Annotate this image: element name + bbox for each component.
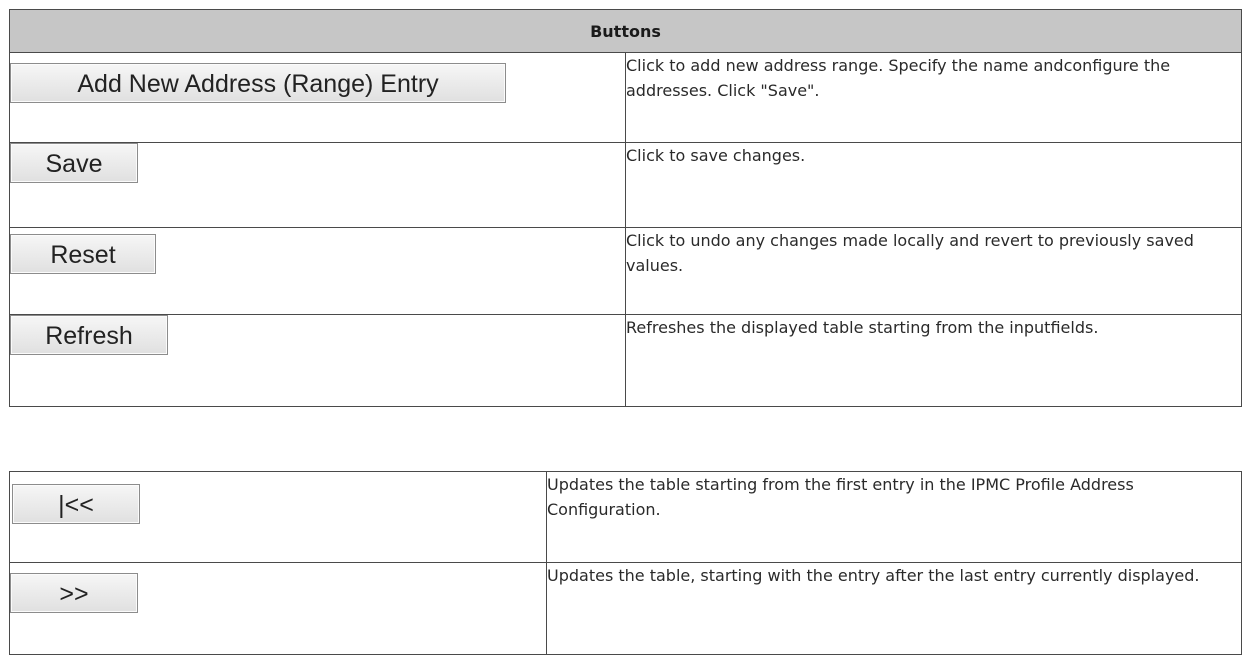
table-row: |<< Updates the table starting from the … (9, 471, 1242, 563)
row-description: Updates the table starting from the firs… (546, 471, 1242, 563)
table-row: Refresh Refreshes the displayed table st… (9, 314, 1242, 407)
reset-button[interactable]: Reset (10, 234, 156, 274)
table-header: Buttons (9, 9, 1242, 53)
refresh-button[interactable]: Refresh (10, 315, 168, 355)
table-row: Save Click to save changes. (9, 142, 1242, 228)
row-description: Refreshes the displayed table starting f… (625, 314, 1242, 407)
row-description: Updates the table, starting with the ent… (546, 562, 1242, 655)
buttons-table: Buttons Add New Address (Range) Entry Cl… (9, 9, 1242, 407)
table-row: Add New Address (Range) Entry Click to a… (9, 52, 1242, 143)
table-row: Reset Click to undo any changes made loc… (9, 227, 1242, 315)
next-page-button[interactable]: >> (10, 573, 138, 613)
row-description: Click to save changes. (625, 142, 1242, 228)
navigation-buttons-table: |<< Updates the table starting from the … (9, 471, 1242, 655)
save-button[interactable]: Save (10, 143, 138, 183)
add-new-address-range-entry-button[interactable]: Add New Address (Range) Entry (10, 63, 506, 103)
table-row: >> Updates the table, starting with the … (9, 562, 1242, 655)
row-description: Click to undo any changes made locally a… (625, 227, 1242, 315)
first-page-button[interactable]: |<< (12, 484, 140, 524)
row-description: Click to add new address range. Specify … (625, 52, 1242, 143)
